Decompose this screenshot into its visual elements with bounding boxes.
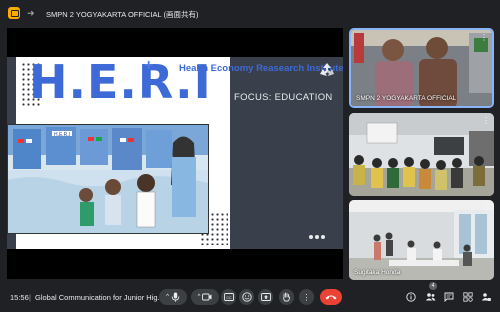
illustration-image: H.E.R.I: [7, 124, 209, 234]
participant-tile[interactable]: ⋮ Sugitaka Honda: [349, 200, 494, 280]
emoji-button[interactable]: [239, 289, 254, 305]
present-icon: [260, 293, 271, 301]
camera-button[interactable]: ^: [191, 289, 219, 305]
mic-button[interactable]: ^: [159, 289, 187, 305]
participant-name: SMPN 2 YOGYAKARTA OFFICIAL: [356, 95, 457, 102]
more-options-button[interactable]: ⋮: [299, 289, 314, 305]
presentation-slide: H.E.R.I + Health Economy Reasearch Insti…: [7, 57, 343, 249]
slide-pager: [309, 226, 327, 244]
lock-person-icon: [481, 293, 491, 301]
participant-tile[interactable]: ⋮: [349, 113, 494, 196]
activities-icon: [463, 292, 473, 302]
presenting-icon: [8, 7, 20, 19]
presenter-title: SMPN 2 YOGYAKARTA OFFICIAL (画面共有): [46, 10, 199, 19]
mic-icon: [171, 292, 180, 302]
emoji-icon: [241, 292, 252, 302]
people-count-badge: 4: [429, 282, 437, 290]
people-button[interactable]: [424, 291, 436, 303]
more-vert-icon: ⋮: [302, 292, 311, 302]
captions-icon: CC: [223, 293, 234, 301]
present-button[interactable]: [258, 289, 273, 305]
end-call-icon: [325, 295, 337, 300]
chevron-up-icon[interactable]: ^: [166, 294, 169, 300]
captions-button[interactable]: CC: [221, 289, 236, 305]
focus-text: FOCUS: EDUCATION: [234, 92, 333, 103]
participant-video: [349, 200, 494, 280]
svg-text:CC: CC: [226, 296, 232, 300]
clock: 15:56: [10, 293, 29, 302]
chevron-up-icon[interactable]: ^: [198, 294, 201, 300]
participant-video: [349, 113, 494, 196]
chat-button[interactable]: [443, 291, 455, 303]
camera-icon: [202, 293, 212, 301]
more-vert-icon[interactable]: ⋮: [482, 116, 490, 125]
activities-button[interactable]: [462, 291, 474, 303]
people-icon: [425, 293, 435, 301]
chat-icon: [444, 292, 454, 302]
arrow-right-icon: ➜: [27, 8, 35, 18]
info-button[interactable]: [405, 291, 417, 303]
hand-icon: [283, 292, 290, 302]
more-vert-icon[interactable]: ⋮: [480, 33, 488, 42]
recycle-arrows-icon: [320, 63, 334, 76]
top-bar: ➜ SMPN 2 YOGYAKARTA OFFICIAL (画面共有): [0, 0, 500, 28]
bottom-bar: 15:56 | Global Communication for Junior …: [0, 282, 500, 312]
meeting-title: Global Communication for Junior Hig...: [35, 293, 164, 302]
separator: |: [29, 293, 31, 302]
plus-decoration: +: [144, 57, 154, 74]
host-controls-button[interactable]: [480, 291, 492, 303]
participant-tile[interactable]: ⋮ SMPN 2 YOGYAKARTA OFFICIAL: [349, 28, 494, 108]
slide-right-panel: [230, 57, 343, 249]
info-icon: [406, 292, 416, 302]
participant-name: Sugitaka Honda: [354, 269, 401, 276]
end-call-button[interactable]: [320, 289, 342, 305]
more-vert-icon[interactable]: ⋮: [482, 203, 490, 212]
raise-hand-button[interactable]: [279, 289, 294, 305]
art-caption: H.E.R.I: [54, 132, 70, 138]
